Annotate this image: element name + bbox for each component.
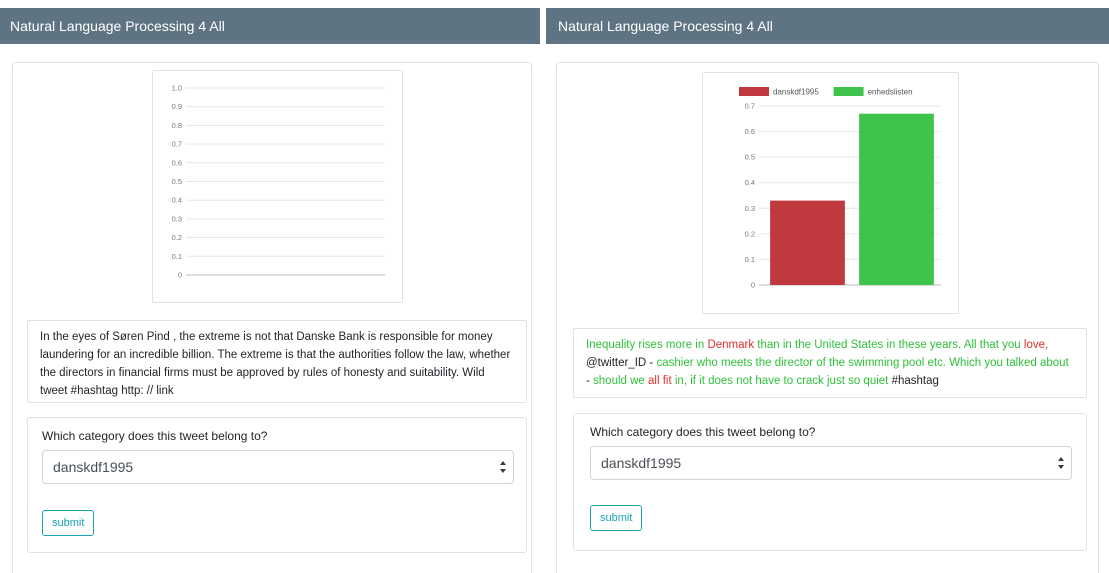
legend-label: danskdf1995 [773, 88, 819, 97]
select-value: danskdf1995 [601, 455, 682, 471]
select-value: danskdf1995 [53, 459, 134, 475]
navbar: Natural Language Processing 4 All [546, 8, 1109, 44]
tweet-segment: love, [1023, 339, 1049, 351]
y-tick-label: 0.3 [172, 214, 182, 223]
category-form: Which category does this tweet belong to… [27, 417, 527, 553]
prediction-chart: 0.7 0.6 0.5 0.4 0.3 0.2 0.1 0 danskdf1995 enhedsl… [702, 72, 959, 314]
tweet-box: Inequality rises more in Denmark than in… [573, 328, 1087, 398]
y-tick-label: 1.0 [172, 84, 182, 93]
tweet-segment: in, if it does not have to crack just so… [671, 375, 889, 387]
prediction-chart: 1.0 0.9 0.8 0.7 0.6 0.5 0.4 0.3 0.2 0.1 0 [152, 70, 403, 303]
y-tick-label: 0.7 [745, 102, 755, 111]
legend-swatch [833, 87, 864, 96]
chart-svg: 1.0 0.9 0.8 0.7 0.6 0.5 0.4 0.3 0.2 0.1 0 [172, 84, 385, 280]
select-arrows-icon [1058, 457, 1064, 469]
y-tick-label: 0.8 [172, 121, 182, 130]
y-tick-label: 0.5 [172, 177, 182, 186]
y-tick-label: 0.5 [745, 153, 755, 162]
y-tick-label: 0.9 [172, 102, 182, 111]
tweet-segment: @twitter_ID - [586, 357, 657, 369]
y-tick-label: 0.4 [745, 178, 755, 187]
y-tick-label: 0.1 [172, 252, 182, 261]
y-tick-label: 0.3 [745, 204, 755, 213]
tweet-segment: Denmark [707, 339, 755, 351]
y-tick-label: 0.7 [172, 140, 182, 149]
category-form: Which category does this tweet belong to… [573, 413, 1087, 551]
navbar: Natural Language Processing 4 All [0, 8, 540, 44]
select-arrows-icon [500, 461, 506, 473]
y-tick-label: 0.2 [172, 233, 182, 242]
y-tick-label: 0.4 [172, 196, 182, 205]
tweet-text: Inequality rises more in Denmark than in… [586, 339, 1069, 387]
y-tick-label: 0 [178, 271, 182, 280]
tweet-segment: cashier who meets the director of the sw… [656, 357, 1069, 369]
bar-danskdf1995 [770, 200, 845, 285]
y-tick-label: 0.2 [745, 229, 755, 238]
category-select[interactable]: danskdf1995 [590, 446, 1072, 480]
question-label: Which category does this tweet belong to… [590, 425, 816, 439]
y-tick-label: 0.6 [172, 158, 182, 167]
y-tick-label: 0 [751, 281, 755, 290]
tweet-segment: should we [593, 375, 649, 387]
submit-button[interactable]: submit [42, 510, 95, 536]
tweet-box: In the eyes of Søren Pind , the extreme … [27, 320, 527, 403]
question-label: Which category does this tweet belong to… [42, 429, 268, 443]
submit-button[interactable]: submit [590, 505, 643, 531]
right-screen: Natural Language Processing 4 All 0.7 0.6… [546, 0, 1109, 573]
navbar-title[interactable]: Natural Language Processing 4 All [10, 18, 225, 34]
tweet-segment: all fit [648, 375, 672, 387]
tweet-text: In the eyes of Søren Pind , the extreme … [40, 331, 511, 397]
tweet-segment: Inequality rises more in [586, 339, 708, 351]
navbar-title[interactable]: Natural Language Processing 4 All [558, 18, 773, 34]
chart-svg: 0.7 0.6 0.5 0.4 0.3 0.2 0.1 0 danskdf1995 enhedsl… [739, 87, 941, 290]
left-screen: Natural Language Processing 4 All 1.0 0.9… [0, 0, 540, 573]
legend-swatch [739, 87, 769, 96]
bar-enhedslisten [859, 113, 934, 285]
category-select[interactable]: danskdf1995 [42, 450, 514, 484]
tweet-segment: than in the United States in these years… [754, 339, 1024, 351]
y-tick-label: 0.1 [745, 255, 755, 264]
tweet-segment: - [586, 375, 594, 387]
legend-label: enhedslisten [868, 88, 913, 97]
y-tick-label: 0.6 [745, 127, 755, 136]
tweet-segment: #hashtag [888, 375, 939, 387]
